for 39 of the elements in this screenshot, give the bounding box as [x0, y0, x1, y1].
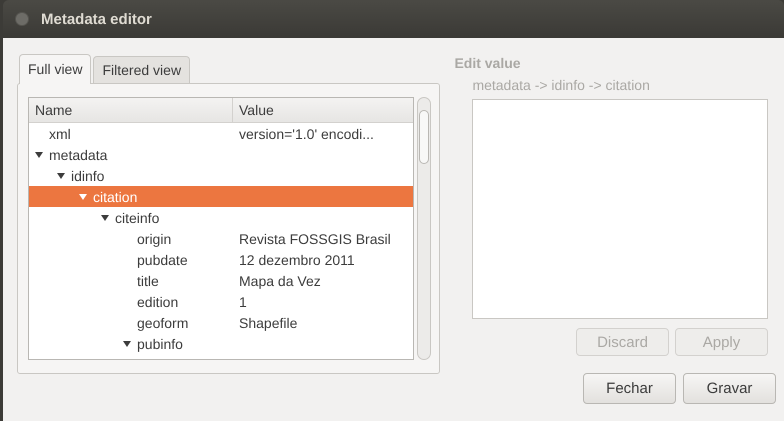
tab[interactable]: Full view: [19, 54, 92, 84]
node-value: Shapefile: [239, 314, 298, 330]
node-name: pubdate: [137, 252, 188, 268]
tree-row[interactable]: pubinfo: [29, 333, 413, 354]
node-name: origin: [137, 230, 172, 246]
node-value: 12 dezembro 2011: [239, 252, 355, 268]
tree-row[interactable]: idinfo: [29, 165, 413, 186]
expander-icon[interactable]: [35, 150, 43, 158]
tree-row[interactable]: edition 1: [29, 291, 413, 312]
tree-row[interactable]: metadata: [29, 144, 413, 165]
expander-icon[interactable]: [57, 172, 65, 180]
node-value: Revista FOSSGIS Brasil: [239, 230, 391, 246]
tree-row[interactable]: xml version='1.0' encodi...: [29, 123, 413, 144]
node-name: idinfo: [71, 168, 104, 184]
node-name: xml: [49, 126, 71, 142]
node-name: metadata: [49, 146, 108, 162]
node-name: geoform: [137, 314, 188, 330]
expander-icon[interactable]: [123, 340, 131, 348]
node-name: edition: [137, 294, 178, 310]
tree-row[interactable]: origin Revista FOSSGIS Brasil: [29, 228, 413, 249]
node-name: title: [137, 272, 159, 288]
section-title: Edit value: [454, 55, 522, 71]
tree-row[interactable]: geoform Shapefile: [29, 312, 413, 333]
node-name: pubinfo: [137, 336, 183, 352]
node-value: Mapa da Vez: [239, 272, 321, 288]
window-title: Metadata editor: [41, 10, 152, 28]
node-value: version='1.0' encodi...: [239, 126, 374, 142]
scrollbar[interactable]: [417, 97, 431, 360]
tree-row[interactable]: title Mapa da Vez: [29, 270, 413, 291]
node-name: citeinfo: [115, 210, 160, 226]
column-header[interactable]: Value: [233, 98, 274, 122]
column-header[interactable]: Name: [29, 98, 233, 122]
path-label: metadata -> idinfo -> citation: [472, 77, 651, 93]
node-value: 1: [239, 294, 247, 310]
tree-row[interactable]: citeinfo: [29, 207, 413, 228]
expander-icon[interactable]: [101, 214, 109, 222]
node-name: citation: [93, 188, 138, 204]
tree-row[interactable]: pubdate 12 dezembro 2011: [29, 249, 413, 270]
tab[interactable]: Filtered view: [93, 56, 190, 83]
